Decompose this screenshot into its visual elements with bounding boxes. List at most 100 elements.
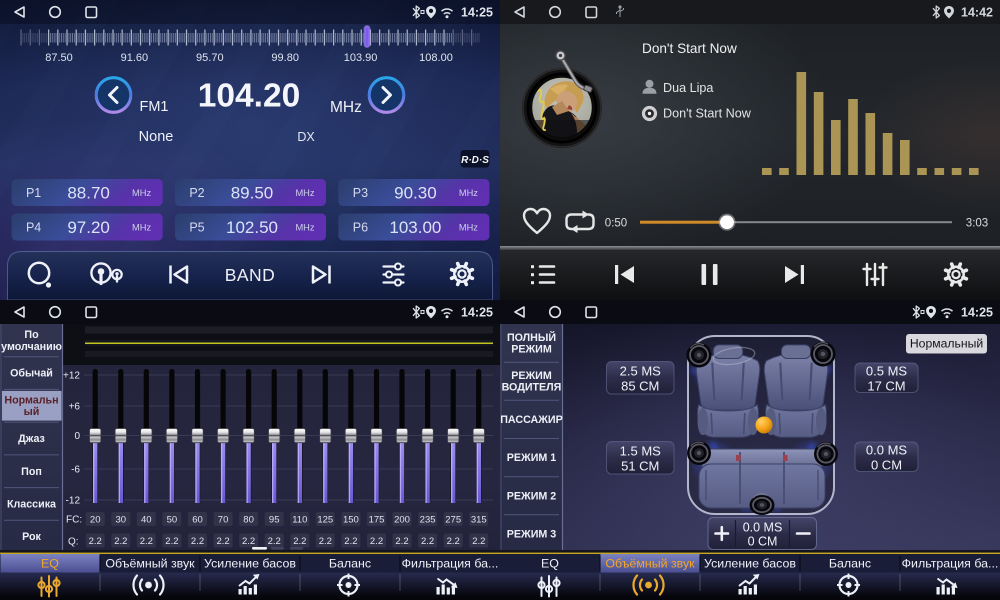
svg-text:2.2: 2.2 [242, 536, 255, 547]
svg-text:0:50: 0:50 [605, 218, 627, 230]
svg-text:200: 200 [394, 515, 410, 526]
svg-text:2.2: 2.2 [370, 536, 383, 547]
svg-text:P2: P2 [189, 186, 204, 200]
svg-text:MHz: MHz [459, 188, 478, 198]
svg-text:103.90: 103.90 [344, 52, 378, 64]
svg-text:1.5 MS: 1.5 MS [620, 443, 662, 458]
svg-text:2.2: 2.2 [216, 536, 229, 547]
svg-text:P3: P3 [353, 186, 368, 200]
svg-text:РЕЖИМ 2: РЕЖИМ 2 [507, 490, 556, 502]
svg-text:Dua Lipa: Dua Lipa [663, 81, 713, 95]
svg-text:P4: P4 [26, 221, 41, 235]
svg-text:Классика: Классика [7, 499, 57, 511]
svg-text:110: 110 [292, 515, 307, 526]
svg-text:175: 175 [369, 515, 385, 526]
svg-text:40: 40 [141, 515, 152, 526]
svg-text:MHz: MHz [295, 188, 314, 198]
svg-text:14:25: 14:25 [461, 306, 493, 320]
svg-text:ВОДИТЕЛЯ: ВОДИТЕЛЯ [502, 382, 562, 394]
svg-text:Поп: Поп [21, 466, 42, 478]
svg-text:0.0 MS: 0.0 MS [743, 521, 783, 535]
svg-text:Усиление басов: Усиление басов [204, 557, 296, 571]
svg-text:0 CM: 0 CM [748, 535, 778, 549]
svg-text:EQ: EQ [41, 557, 59, 571]
svg-text:MHz: MHz [132, 188, 151, 198]
svg-text:14:25: 14:25 [461, 6, 493, 20]
svg-text:2.2: 2.2 [447, 536, 460, 547]
svg-text:DX: DX [297, 130, 315, 144]
svg-text:РЕЖИМ 3: РЕЖИМ 3 [507, 529, 556, 541]
svg-text:+12: +12 [63, 371, 80, 382]
svg-text:2.2: 2.2 [421, 536, 434, 547]
svg-text:14:42: 14:42 [961, 6, 993, 20]
svg-text:89.50: 89.50 [231, 184, 274, 203]
svg-text:Объёмный звук: Объёмный звук [605, 557, 695, 571]
svg-text:2.2: 2.2 [319, 536, 332, 547]
svg-text:MHz: MHz [132, 223, 151, 233]
svg-text:2.2: 2.2 [344, 536, 357, 547]
svg-text:Нормальн: Нормальн [4, 395, 58, 407]
svg-text:0 CM: 0 CM [871, 457, 902, 472]
svg-text:ый: ый [24, 406, 40, 418]
svg-text:102.50: 102.50 [226, 218, 278, 237]
svg-text:20: 20 [90, 515, 101, 526]
svg-text:None: None [139, 129, 174, 145]
svg-text:50: 50 [167, 515, 178, 526]
svg-text:Рок: Рок [22, 531, 41, 543]
svg-text:ПОЛНЫЙ: ПОЛНЫЙ [507, 331, 556, 344]
svg-text:По: По [24, 329, 39, 341]
svg-text:Джаз: Джаз [18, 433, 45, 445]
svg-text:+6: +6 [69, 402, 81, 413]
svg-text:17 CM: 17 CM [867, 378, 905, 393]
svg-text:Баланс: Баланс [829, 557, 871, 571]
svg-text:2.2: 2.2 [89, 536, 102, 547]
svg-text:0.5 MS: 0.5 MS [866, 363, 908, 378]
svg-text:103.00: 103.00 [389, 218, 441, 237]
svg-text:2.2: 2.2 [268, 536, 281, 547]
svg-text:90.30: 90.30 [394, 184, 437, 203]
svg-text:97.20: 97.20 [67, 218, 110, 237]
svg-text:РЕЖИМ: РЕЖИМ [511, 344, 552, 356]
svg-text:3:03: 3:03 [966, 218, 988, 230]
svg-text:Объёмный звук: Объёмный звук [105, 557, 195, 571]
svg-text:104.20: 104.20 [198, 78, 300, 115]
svg-text:315: 315 [471, 515, 487, 526]
svg-text:Фильтрация ба...: Фильтрация ба... [402, 557, 499, 571]
svg-text:Don't Start Now: Don't Start Now [642, 41, 737, 56]
svg-text:EQ: EQ [541, 557, 559, 571]
svg-text:BAND: BAND [225, 265, 276, 285]
svg-text:87.50: 87.50 [45, 52, 73, 64]
svg-text:2.2: 2.2 [293, 536, 306, 547]
svg-text:Нормальный: Нормальный [910, 337, 983, 351]
svg-text:-6: -6 [71, 465, 80, 476]
svg-text:150: 150 [343, 515, 359, 526]
svg-text:MHz: MHz [330, 99, 362, 116]
svg-text:MHz: MHz [295, 223, 314, 233]
svg-text:85 CM: 85 CM [621, 378, 659, 393]
svg-text:2.2: 2.2 [114, 536, 127, 547]
svg-text:0.0 MS: 0.0 MS [866, 442, 908, 457]
svg-text:95.70: 95.70 [196, 52, 224, 64]
svg-text:80: 80 [243, 515, 254, 526]
svg-text:Q:: Q: [68, 537, 79, 548]
svg-text:РЕЖИМ 1: РЕЖИМ 1 [507, 452, 556, 464]
svg-text:Усиление басов: Усиление басов [704, 557, 796, 571]
svg-text:91.60: 91.60 [121, 52, 149, 64]
svg-text:Баланс: Баланс [329, 557, 371, 571]
svg-text:2.2: 2.2 [165, 536, 178, 547]
svg-text:235: 235 [420, 515, 436, 526]
svg-text:99.80: 99.80 [271, 52, 299, 64]
svg-text:95: 95 [269, 515, 280, 526]
svg-text:108.00: 108.00 [419, 52, 453, 64]
svg-text:P5: P5 [189, 221, 204, 235]
svg-text:Фильтрация ба...: Фильтрация ба... [902, 557, 999, 571]
svg-text:125: 125 [317, 515, 333, 526]
svg-text:0: 0 [74, 431, 80, 442]
svg-text:30: 30 [116, 515, 127, 526]
svg-text:2.2: 2.2 [395, 536, 408, 547]
svg-text:70: 70 [218, 515, 229, 526]
svg-text:РЕЖИМ: РЕЖИМ [511, 370, 552, 382]
svg-text:14:25: 14:25 [961, 306, 993, 320]
svg-text:51 CM: 51 CM [621, 458, 659, 473]
svg-text:R·D·S: R·D·S [461, 155, 489, 166]
